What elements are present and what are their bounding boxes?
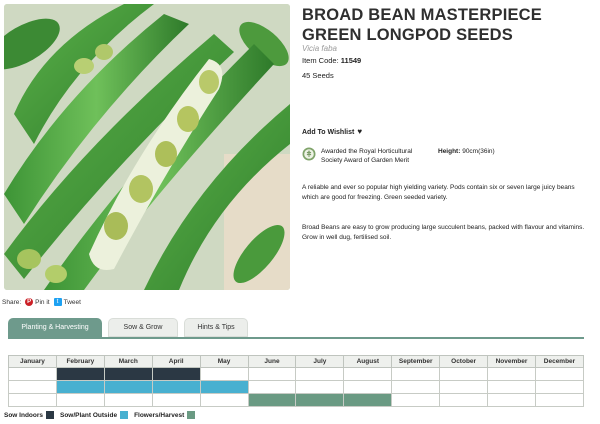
pinterest-icon: P — [25, 298, 34, 306]
calendar-cell — [439, 367, 489, 381]
item-code-value: 11549 — [340, 56, 362, 65]
calendar-cell — [199, 367, 249, 381]
calendar-cell — [55, 380, 105, 394]
month-header: January — [8, 355, 57, 368]
calendar-cell — [487, 393, 536, 407]
month-header: December — [534, 355, 585, 368]
product-title: BROAD BEAN MASTERPIECE GREEN LONGPOD SEE… — [302, 5, 594, 45]
twitter-label: Tweet — [63, 298, 81, 306]
description-paragraph-1: A reliable and ever so popular high yiel… — [302, 184, 575, 201]
calendar-row-flowers-harvest — [8, 393, 585, 407]
calendar-cell — [103, 367, 153, 381]
twitter-share-button[interactable]: t Tweet — [53, 298, 81, 306]
calendar-cell — [343, 393, 393, 407]
legend-item-sow-indoors: Sow Indoors — [4, 411, 54, 419]
height-value: 90cm(36in) — [462, 148, 495, 155]
month-header: October — [439, 355, 489, 368]
description-paragraph-2: Broad Beans are easy to grow producing l… — [302, 224, 585, 241]
calendar-cell — [391, 380, 441, 394]
calendar-row-sow-plant-outside — [8, 380, 585, 394]
month-header: August — [343, 355, 393, 368]
calendar-cell — [151, 393, 201, 407]
share-bar: Share: P Pin it t Tweet — [2, 298, 81, 306]
calendar-cell — [8, 380, 57, 394]
award-block: Awarded the Royal Horticultural Society … — [302, 147, 592, 165]
tab-sow-grow[interactable]: Sow & Grow — [108, 318, 178, 337]
pinterest-share-button[interactable]: P Pin it — [25, 298, 50, 306]
calendar-cell — [103, 393, 153, 407]
legend-item-sow-outside: Sow/Plant Outside — [60, 411, 129, 419]
calendar-cell — [247, 393, 297, 407]
calendar-cell — [55, 393, 105, 407]
product-image — [4, 4, 290, 290]
calendar-row-sow-indoors — [8, 367, 585, 381]
month-header: March — [103, 355, 153, 368]
calendar-legend: Sow Indoors Sow/Plant Outside Flowers/Ha… — [4, 411, 196, 419]
month-header: April — [151, 355, 201, 368]
tab-underline — [8, 337, 584, 339]
calendar-body — [8, 367, 585, 407]
calendar-cell — [534, 393, 585, 407]
month-header: June — [247, 355, 297, 368]
calendar-cell — [439, 380, 489, 394]
month-header: July — [295, 355, 345, 368]
seed-count: 45 Seeds — [302, 71, 334, 80]
legend-label: Sow/Plant Outside — [60, 411, 118, 419]
rhs-award-icon — [302, 147, 316, 161]
calendar-cell — [439, 393, 489, 407]
info-tabs: Planting & Harvesting Sow & Grow Hints &… — [8, 318, 248, 337]
share-label: Share: — [2, 298, 22, 306]
calendar-cell — [199, 393, 249, 407]
calendar-cell — [343, 380, 393, 394]
tab-planting-harvesting[interactable]: Planting & Harvesting — [8, 318, 102, 337]
legend-swatch — [46, 411, 54, 419]
calendar-cell — [103, 380, 153, 394]
calendar-header-row: January February March April May June Ju… — [8, 355, 585, 368]
calendar-cell — [151, 367, 201, 381]
calendar-cell — [534, 380, 585, 394]
calendar-cell — [199, 380, 249, 394]
month-header: November — [487, 355, 536, 368]
calendar-cell — [534, 367, 585, 381]
planting-calendar: January February March April May June Ju… — [8, 355, 585, 407]
product-title-line-2: GREEN LONGPOD SEEDS — [302, 26, 514, 44]
heart-icon: ♥ — [357, 127, 363, 136]
calendar-cell — [247, 380, 297, 394]
legend-label: Flowers/Harvest — [134, 411, 185, 419]
month-header: February — [55, 355, 105, 368]
calendar-cell — [295, 393, 345, 407]
calendar-cell — [8, 367, 57, 381]
calendar-cell — [295, 380, 345, 394]
calendar-cell — [8, 393, 57, 407]
item-code: Item Code: 11549 — [302, 56, 361, 65]
calendar-cell — [487, 380, 536, 394]
wishlist-label: Add To Wishlist — [302, 128, 355, 136]
legend-swatch — [187, 411, 196, 419]
height-label: Height: — [438, 148, 461, 155]
calendar-cell — [487, 367, 536, 381]
calendar-cell — [55, 367, 105, 381]
plant-height: Height: 90cm(36in) — [438, 147, 495, 156]
month-header: September — [391, 355, 441, 368]
calendar-cell — [391, 393, 441, 407]
month-header: May — [199, 355, 249, 368]
award-text: Awarded the Royal Horticultural Society … — [321, 148, 413, 164]
add-to-wishlist-button[interactable]: Add To Wishlist ♥ — [302, 128, 362, 136]
legend-swatch — [120, 411, 129, 419]
item-code-label: Item Code: — [302, 56, 339, 65]
calendar-cell — [343, 367, 393, 381]
calendar-cell — [151, 380, 201, 394]
calendar-cell — [295, 367, 345, 381]
legend-label: Sow Indoors — [4, 411, 43, 419]
twitter-icon: t — [53, 298, 62, 306]
legend-item-harvest: Flowers/Harvest — [134, 411, 196, 419]
tab-hints-tips[interactable]: Hints & Tips — [184, 318, 248, 337]
calendar-cell — [391, 367, 441, 381]
pinterest-label: Pin it — [35, 298, 50, 306]
calendar-cell — [247, 367, 297, 381]
product-title-line-1: BROAD BEAN MASTERPIECE — [302, 6, 543, 24]
latin-name: Vicia faba — [302, 44, 337, 53]
